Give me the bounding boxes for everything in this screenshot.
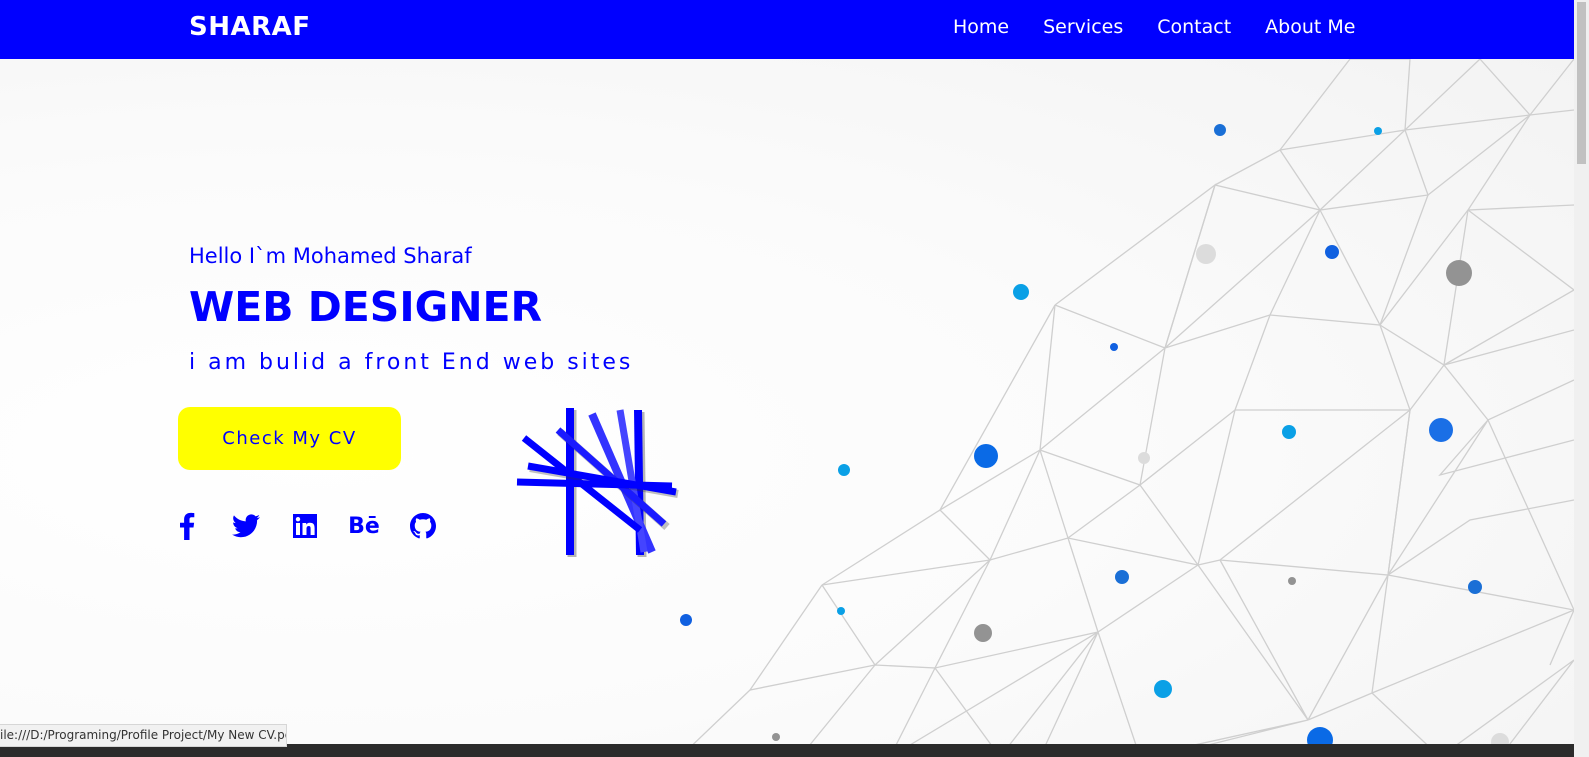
twitter-icon[interactable] [231,511,261,541]
nav-link-home[interactable]: Home [953,16,1009,38]
nav-link-contact[interactable]: Contact [1157,16,1231,38]
abstract-logo-mark [516,408,679,558]
status-bar-url: ile:///D:/Programing/Profile Project/My … [0,724,287,747]
github-icon[interactable] [408,511,438,541]
behance-icon[interactable]: Bē [348,511,380,541]
hero-tagline: i am bulid a front End web sites [189,350,634,375]
brand-logo[interactable]: SHARAF [189,12,311,42]
navbar: SHARAF Home Services Contact About Me [0,0,1574,59]
nav-links: Home Services Contact About Me [953,16,1389,38]
hero-role: WEB DESIGNER [189,283,543,331]
scrollbar[interactable] [1574,0,1589,757]
behance-text: Bē [348,513,380,539]
linkedin-icon[interactable] [290,511,320,541]
check-cv-button[interactable]: Check My CV [178,407,401,470]
scrollbar-thumb[interactable] [1577,2,1586,164]
facebook-icon[interactable] [172,511,202,541]
nav-link-about-me[interactable]: About Me [1265,16,1355,38]
nav-link-services[interactable]: Services [1043,16,1123,38]
social-links: Bē [172,511,467,541]
hero-greeting: Hello I`m Mohamed Sharaf [189,244,472,268]
